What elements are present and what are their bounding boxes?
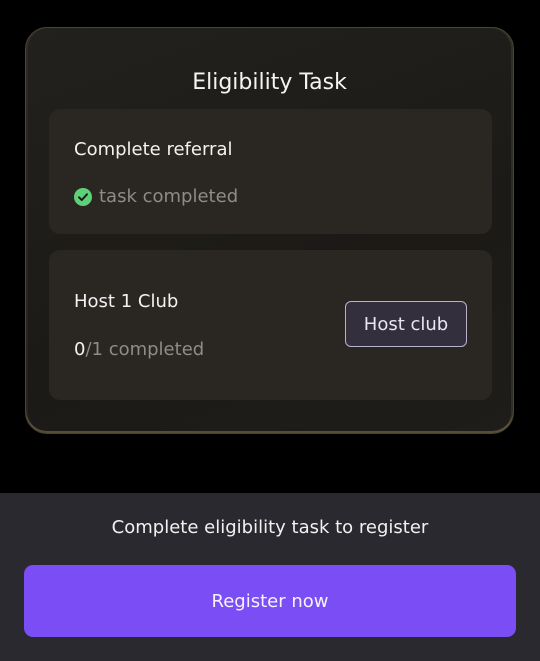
task-status: task completed (74, 186, 238, 207)
task-item-complete-referral: Complete referral task completed (49, 109, 492, 234)
register-hint-text: Complete eligibility task to register (111, 517, 429, 538)
check-circle-icon (74, 187, 92, 206)
host-club-button[interactable]: Host club (345, 301, 467, 347)
task-label: Host 1 Club (74, 291, 179, 312)
task-item-host-club: Host 1 Club 0/1 completed Host club (49, 250, 492, 400)
task-status-text: task completed (99, 186, 239, 207)
task-label: Complete referral (74, 139, 233, 160)
progress-completed-count: 0 (74, 339, 86, 360)
eligibility-task-card: Eligibility Task Complete referral task … (25, 27, 514, 434)
eligibility-task-title: Eligibility Task (192, 70, 347, 95)
progress-total-text: /1 completed (85, 339, 205, 360)
task-progress: 0/1 completed (74, 339, 204, 360)
register-now-button[interactable]: Register now (24, 565, 516, 637)
register-footer: Complete eligibility task to register Re… (0, 493, 540, 661)
